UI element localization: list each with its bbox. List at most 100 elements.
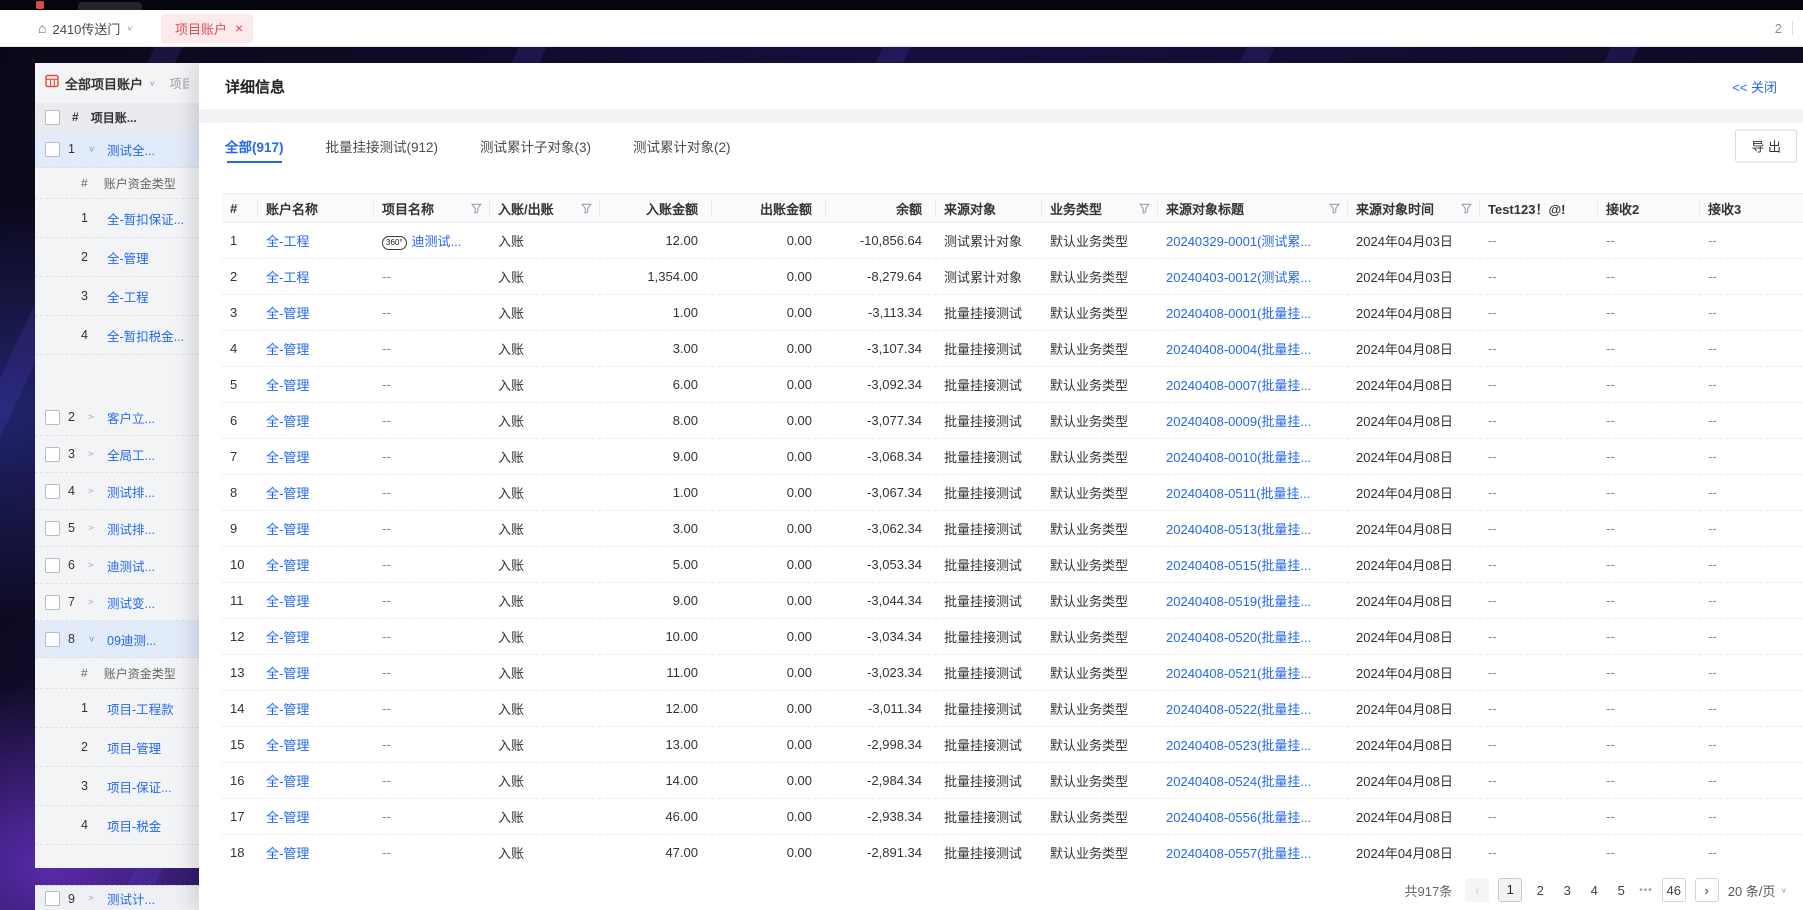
filter-icon[interactable] xyxy=(581,203,592,214)
page-4[interactable]: 4 xyxy=(1585,883,1603,898)
close-panel-link[interactable]: << 关闭 xyxy=(1732,77,1777,96)
account-group-link[interactable]: 测试变... xyxy=(107,593,155,612)
account-link[interactable]: 全-管理 xyxy=(266,666,309,681)
more-pages-icon[interactable]: ••• xyxy=(1639,885,1653,896)
fund-type-link[interactable]: 项目-保证... xyxy=(107,777,172,796)
checkbox[interactable] xyxy=(45,558,60,573)
sidebar-title[interactable]: 全部项目账户 xyxy=(65,74,143,93)
account-link[interactable]: 全-管理 xyxy=(266,702,309,717)
sidebar-group-row[interactable]: 1∨测试全... xyxy=(35,131,199,168)
project-link[interactable]: 迪测试... xyxy=(412,234,462,249)
account-link[interactable]: 全-管理 xyxy=(266,414,309,429)
page-3[interactable]: 3 xyxy=(1558,883,1576,898)
account-group-link[interactable]: 迪测试... xyxy=(107,556,155,575)
filter-icon[interactable] xyxy=(1329,203,1340,214)
source-title-link[interactable]: 20240408-0520(批量挂... xyxy=(1166,630,1311,645)
page-46[interactable]: 46 xyxy=(1662,878,1686,902)
caret-right-icon[interactable]: > xyxy=(88,412,99,421)
caret-right-icon[interactable]: > xyxy=(88,894,99,903)
sidebar-group-row[interactable]: 5>测试排... xyxy=(35,510,199,547)
account-link[interactable]: 全-管理 xyxy=(266,306,309,321)
source-title-link[interactable]: 20240408-0513(批量挂... xyxy=(1166,522,1311,537)
account-link[interactable]: 全-管理 xyxy=(266,558,309,573)
checkbox[interactable] xyxy=(45,595,60,610)
source-title-link[interactable]: 20240408-0010(批量挂... xyxy=(1166,450,1311,465)
fund-type-link[interactable]: 全-管理 xyxy=(107,248,149,267)
prev-page-button[interactable]: ‹ xyxy=(1465,878,1489,902)
source-title-link[interactable]: 20240408-0519(批量挂... xyxy=(1166,594,1311,609)
account-link[interactable]: 全-工程 xyxy=(266,270,309,285)
sidebar-group-row[interactable]: 2>客户立... xyxy=(35,399,199,436)
caret-right-icon[interactable]: > xyxy=(88,560,99,569)
source-title-link[interactable]: 20240408-0557(批量挂... xyxy=(1166,846,1311,861)
source-title-link[interactable]: 20240408-0004(批量挂... xyxy=(1166,342,1311,357)
account-link[interactable]: 全-管理 xyxy=(266,486,309,501)
sidebar-group-row[interactable]: 3>全局工... xyxy=(35,436,199,473)
fund-type-row[interactable]: 4项目-税金 xyxy=(35,806,199,845)
export-button[interactable]: 导 出 xyxy=(1735,130,1797,163)
page-size-select[interactable]: 20 条/页 ∨ xyxy=(1728,881,1787,900)
source-title-link[interactable]: 20240408-0009(批量挂... xyxy=(1166,414,1311,429)
filter-icon[interactable] xyxy=(471,203,482,214)
page-2[interactable]: 2 xyxy=(1531,883,1549,898)
checkbox[interactable] xyxy=(45,484,60,499)
checkbox[interactable] xyxy=(45,410,60,425)
close-icon[interactable]: × xyxy=(235,21,243,35)
select-all-checkbox[interactable] xyxy=(45,110,60,125)
fund-type-row[interactable]: 2项目-管理 xyxy=(35,728,199,767)
checkbox[interactable] xyxy=(45,891,60,906)
fund-type-row[interactable]: 3项目-保证... xyxy=(35,767,199,806)
account-group-link[interactable]: 测试排... xyxy=(107,482,155,501)
sidebar-row-9[interactable]: 9 > 测试计... xyxy=(35,885,219,910)
fund-type-row[interactable]: 3全-工程 xyxy=(35,277,199,316)
fund-type-row[interactable]: 4全-暂扣税金... xyxy=(35,316,199,355)
account-link[interactable]: 全-管理 xyxy=(266,630,309,645)
account-link[interactable]: 全-管理 xyxy=(266,738,309,753)
fund-type-link[interactable]: 项目-工程款 xyxy=(107,699,174,718)
account-group-link[interactable]: 测试全... xyxy=(107,140,155,159)
sidebar-group-row[interactable]: 6>迪测试... xyxy=(35,547,199,584)
checkbox[interactable] xyxy=(45,521,60,536)
caret-right-icon[interactable]: > xyxy=(88,523,99,532)
detail-tab-3[interactable]: 测试累计子对象(3) xyxy=(480,122,591,170)
fund-type-row[interactable]: 1全-暂扣保证... xyxy=(35,199,199,238)
account-group-link[interactable]: 测试计... xyxy=(107,889,155,908)
caret-right-icon[interactable]: > xyxy=(88,597,99,606)
fund-type-row[interactable]: 2全-管理 xyxy=(35,238,199,277)
account-group-link[interactable]: 09迪测... xyxy=(107,630,156,649)
next-page-button[interactable]: › xyxy=(1695,878,1719,902)
detail-tab-4[interactable]: 测试累计对象(2) xyxy=(633,122,731,170)
account-group-link[interactable]: 测试排... xyxy=(107,519,155,538)
account-group-link[interactable]: 客户立... xyxy=(107,408,155,427)
detail-tab-2[interactable]: 批量挂接测试(912) xyxy=(326,122,439,170)
checkbox[interactable] xyxy=(45,142,60,157)
sidebar-group-row[interactable]: 8∨09迪测... xyxy=(35,621,199,658)
source-title-link[interactable]: 20240408-0001(批量挂... xyxy=(1166,306,1311,321)
account-link[interactable]: 全-管理 xyxy=(266,810,309,825)
fund-type-link[interactable]: 全-暂扣保证... xyxy=(107,209,184,228)
caret-down-icon[interactable]: ∨ xyxy=(88,144,99,153)
source-title-link[interactable]: 20240408-0524(批量挂... xyxy=(1166,774,1311,789)
source-title-link[interactable]: 20240403-0012(测试累... xyxy=(1166,270,1311,285)
filter-icon[interactable] xyxy=(1461,203,1472,214)
account-link[interactable]: 全-管理 xyxy=(266,450,309,465)
source-title-link[interactable]: 20240329-0001(测试累... xyxy=(1166,234,1311,249)
account-link[interactable]: 全-管理 xyxy=(266,378,309,393)
sidebar-group-row[interactable]: 4>测试排... xyxy=(35,473,199,510)
home-portal-menu[interactable]: ⌂ 2410传送门 ∨ xyxy=(38,19,133,38)
caret-right-icon[interactable]: > xyxy=(88,449,99,458)
account-link[interactable]: 全-管理 xyxy=(266,774,309,789)
account-link[interactable]: 全-管理 xyxy=(266,846,309,861)
page-5[interactable]: 5 xyxy=(1612,883,1630,898)
caret-down-icon[interactable]: ∨ xyxy=(88,634,99,643)
caret-right-icon[interactable]: > xyxy=(88,486,99,495)
account-link[interactable]: 全-管理 xyxy=(266,522,309,537)
detail-tab-1[interactable]: 全部(917) xyxy=(225,122,284,170)
sidebar-group-row[interactable]: 7>测试变... xyxy=(35,584,199,621)
checkbox[interactable] xyxy=(45,632,60,647)
fund-type-link[interactable]: 全-工程 xyxy=(107,287,149,306)
account-link[interactable]: 全-工程 xyxy=(266,234,309,249)
source-title-link[interactable]: 20240408-0521(批量挂... xyxy=(1166,666,1311,681)
source-title-link[interactable]: 20240408-0511(批量挂... xyxy=(1166,486,1310,501)
fund-type-row[interactable]: 1项目-工程款 xyxy=(35,689,199,728)
